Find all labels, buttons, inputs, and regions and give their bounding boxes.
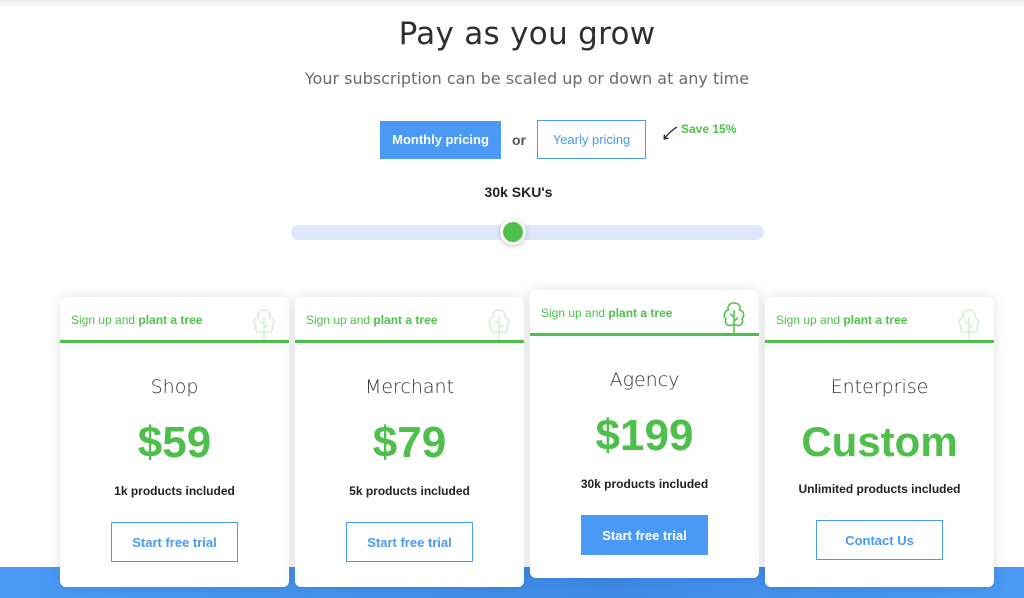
card-promo-header: Sign up and plant a tree: [765, 297, 994, 343]
start-free-trial-button[interactable]: Start free trial: [581, 515, 708, 555]
tree-icon: [253, 309, 275, 340]
plan-price: $59: [137, 418, 212, 467]
tree-icon: [723, 302, 745, 333]
top-shadow: [0, 0, 1024, 8]
plan-included: 1k products included: [114, 484, 235, 498]
plan-name: Agency: [609, 369, 680, 391]
save-badge: Save 15%: [660, 120, 736, 144]
plan-name: Enterprise: [830, 376, 929, 398]
card-promo-header: Sign up and plant a tree: [295, 297, 524, 343]
promo-text: Sign up and plant a tree: [776, 313, 908, 327]
plan-card-agency: Sign up and plant a tree Agency $199 30k…: [530, 290, 759, 578]
sku-slider-track[interactable]: [291, 225, 764, 240]
billing-toggle: Monthly pricing or Yearly pricing: [380, 120, 646, 159]
card-promo-header: Sign up and plant a tree: [530, 290, 759, 336]
start-free-trial-button[interactable]: Start free trial: [111, 522, 238, 562]
plan-included: Unlimited products included: [798, 482, 961, 496]
yearly-pricing-button[interactable]: Yearly pricing: [537, 120, 646, 159]
plan-included: 5k products included: [349, 484, 470, 498]
plan-card-merchant: Sign up and plant a tree Merchant $79 5k…: [295, 297, 524, 587]
plan-card-shop: Sign up and plant a tree Shop $59 1k pro…: [60, 297, 289, 587]
plan-price: Custom: [801, 418, 958, 465]
promo-text: Sign up and plant a tree: [306, 313, 438, 327]
plan-price: $199: [595, 411, 694, 460]
promo-text: Sign up and plant a tree: [71, 313, 203, 327]
page-subtitle: Your subscription can be scaled up or do…: [304, 69, 750, 88]
plan-name: Shop: [150, 376, 199, 398]
plan-card-enterprise: Sign up and plant a tree Enterprise Cust…: [765, 297, 994, 587]
tree-icon: [488, 309, 510, 340]
sku-slider-label: 30k SKU's: [484, 184, 553, 200]
plan-price: $79: [372, 418, 447, 467]
promo-text: Sign up and plant a tree: [541, 306, 673, 320]
sku-slider-thumb[interactable]: [500, 219, 527, 245]
card-promo-header: Sign up and plant a tree: [60, 297, 289, 343]
save-percentage-text: Save 15%: [681, 122, 737, 136]
toggle-separator: or: [512, 131, 526, 148]
tree-icon: [958, 309, 980, 340]
monthly-pricing-button[interactable]: Monthly pricing: [380, 120, 501, 159]
plan-included: 30k products included: [580, 477, 709, 491]
start-free-trial-button[interactable]: Start free trial: [346, 522, 473, 562]
page-title: Pay as you grow: [398, 16, 656, 52]
contact-us-button[interactable]: Contact Us: [816, 520, 943, 560]
curved-arrow-icon: [663, 126, 678, 140]
plan-name: Merchant: [364, 376, 455, 398]
